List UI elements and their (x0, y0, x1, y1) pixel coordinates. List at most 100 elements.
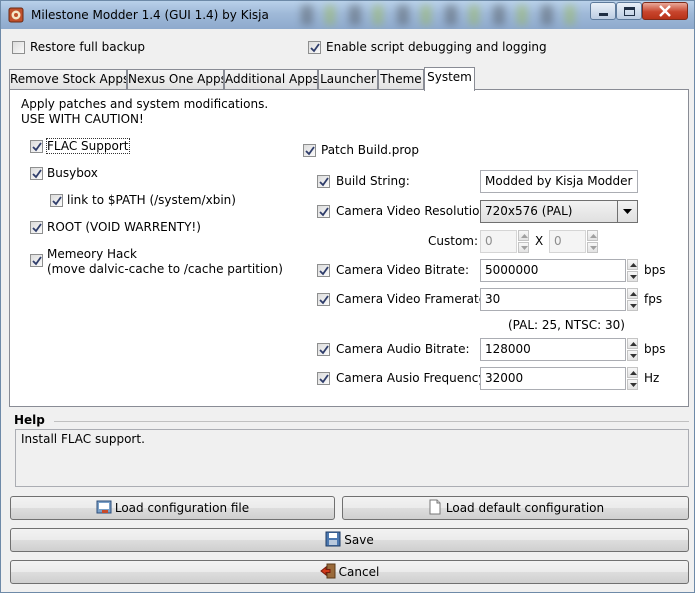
minimize-icon (599, 13, 608, 16)
chevron-down-icon (623, 209, 632, 214)
restore-backup-label: Restore full backup (30, 40, 146, 54)
load-config-label: Load configuration file (114, 501, 250, 515)
dropdown-arrow-icon[interactable] (617, 201, 637, 222)
audio-bitrate-unit: bps (644, 342, 666, 356)
intro-text: Apply patches and system modifications. (21, 97, 269, 111)
busybox-checkbox[interactable] (30, 167, 43, 180)
tab-nexus-one-apps[interactable]: Nexus One Apps (127, 69, 224, 89)
spin-up-button[interactable] (627, 338, 638, 349)
spin-up-button[interactable] (627, 259, 638, 270)
video-framerate-input[interactable]: 30 (480, 288, 626, 311)
check-icon (32, 142, 42, 152)
video-framerate-spinner[interactable] (627, 288, 638, 311)
audio-bitrate-label: Camera Audio Bitrate: (336, 342, 470, 356)
debug-logging-label: Enable script debugging and logging (326, 40, 547, 54)
spin-up-button[interactable] (587, 230, 598, 241)
root-checkbox[interactable] (30, 221, 43, 234)
check-icon (319, 266, 329, 276)
check-icon (319, 345, 329, 355)
custom-label: Custom: (428, 234, 479, 248)
video-bitrate-checkbox[interactable] (317, 264, 330, 277)
check-icon (319, 207, 329, 217)
arrow-down-icon (630, 383, 637, 387)
audio-bitrate-input[interactable]: 128000 (480, 338, 626, 361)
spin-up-button[interactable] (627, 288, 638, 299)
arrow-up-icon (630, 263, 637, 267)
help-text: Install FLAC support. (21, 432, 145, 446)
spin-down-button[interactable] (587, 242, 598, 253)
arrow-down-icon (521, 246, 528, 250)
spin-down-button[interactable] (627, 379, 638, 390)
close-icon (659, 5, 671, 17)
save-label: Save (344, 533, 374, 547)
maximize-icon (624, 7, 635, 16)
spin-down-button[interactable] (627, 350, 638, 361)
tab-additional-apps[interactable]: Additional Apps (224, 69, 318, 89)
arrow-up-icon (521, 234, 528, 238)
busybox-link-checkbox[interactable] (50, 194, 63, 207)
video-framerate-unit: fps (644, 292, 663, 306)
patch-build-prop-label: Patch Build.prop (321, 143, 419, 157)
flac-checkbox[interactable] (30, 140, 43, 153)
video-bitrate-unit: bps (644, 263, 666, 277)
save-button[interactable]: Save (10, 528, 689, 552)
custom-height-input[interactable]: 0 (549, 230, 586, 253)
custom-height-spinner[interactable] (587, 230, 598, 253)
audio-bitrate-checkbox[interactable] (317, 343, 330, 356)
video-bitrate-label: Camera Video Bitrate: (336, 263, 470, 277)
load-config-button[interactable]: Load configuration file (10, 496, 335, 520)
client-area: Restore full backup Enable script debugg… (2, 29, 693, 592)
spin-down-button[interactable] (627, 300, 638, 311)
audio-frequency-spinner[interactable] (627, 367, 638, 390)
document-icon (429, 499, 441, 515)
check-icon (32, 169, 42, 179)
spin-down-button[interactable] (627, 271, 638, 282)
check-icon (305, 146, 315, 156)
load-default-label: Load default configuration (445, 501, 605, 515)
audio-frequency-checkbox[interactable] (317, 372, 330, 385)
maximize-button[interactable] (616, 2, 642, 20)
check-icon (319, 177, 329, 187)
arrow-down-icon (630, 354, 637, 358)
load-default-button[interactable]: Load default configuration (342, 496, 689, 520)
minimize-button[interactable] (590, 2, 616, 20)
memory-hack-sublabel: (move dalvic-cache to /cache partition) (47, 262, 283, 276)
custom-width-spinner[interactable] (518, 230, 529, 253)
tab-remove-stock-apps[interactable]: Remove Stock Apps (9, 69, 127, 89)
exit-icon (319, 563, 336, 579)
save-icon (325, 531, 341, 547)
tab-system[interactable]: System (424, 67, 475, 91)
video-resolution-checkbox[interactable] (317, 205, 330, 218)
arrow-up-icon (590, 234, 597, 238)
restore-backup-checkbox[interactable] (12, 41, 25, 54)
tab-launcher[interactable]: Launcher (318, 69, 378, 89)
arrow-down-icon (630, 304, 637, 308)
spin-up-button[interactable] (627, 367, 638, 378)
custom-separator: X (535, 234, 544, 248)
video-bitrate-input[interactable]: 5000000 (480, 259, 626, 282)
cancel-button[interactable]: Cancel (10, 560, 689, 584)
app-window: Milestone Modder 1.4 (GUI 1.4) by Kisja … (0, 0, 695, 593)
video-framerate-checkbox[interactable] (317, 293, 330, 306)
audio-bitrate-spinner[interactable] (627, 338, 638, 361)
video-resolution-label: Camera Video Resolution: (336, 204, 492, 218)
video-bitrate-spinner[interactable] (627, 259, 638, 282)
app-icon (8, 7, 24, 23)
busybox-link-label: link to $PATH (/system/xbin) (67, 193, 236, 207)
close-button[interactable] (642, 2, 688, 20)
audio-frequency-input[interactable]: 32000 (480, 367, 626, 390)
tab-theme[interactable]: Theme (378, 69, 424, 89)
memory-hack-checkbox[interactable] (30, 254, 43, 267)
spin-down-button[interactable] (518, 242, 529, 253)
load-config-icon (96, 500, 112, 514)
build-string-checkbox[interactable] (317, 175, 330, 188)
spin-up-button[interactable] (518, 230, 529, 241)
build-string-input[interactable]: Modded by Kisja Modder 1.2 (480, 170, 638, 193)
video-resolution-select[interactable]: 720x576 (PAL) (480, 200, 638, 223)
debug-logging-checkbox[interactable] (308, 41, 321, 54)
title-bar[interactable]: Milestone Modder 1.4 (GUI 1.4) by Kisja (1, 1, 694, 29)
custom-width-input[interactable]: 0 (480, 230, 517, 253)
window-title: Milestone Modder 1.4 (GUI 1.4) by Kisja (31, 8, 269, 22)
arrow-down-icon (590, 246, 597, 250)
patch-build-prop-checkbox[interactable] (303, 144, 316, 157)
